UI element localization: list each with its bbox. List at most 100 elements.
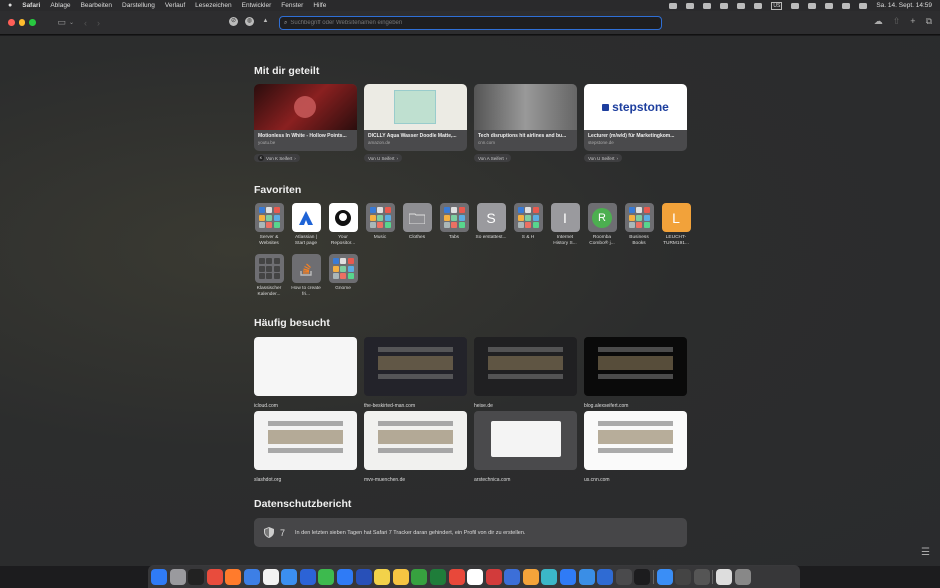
dock-app-icon[interactable] xyxy=(374,568,391,585)
customize-start-page-icon[interactable]: ☰ xyxy=(921,547,930,558)
dock-app-icon[interactable] xyxy=(560,568,577,585)
dock-app-icon[interactable] xyxy=(597,568,614,585)
menu-lesezeichen[interactable]: Lesezeichen xyxy=(195,2,232,9)
dock-app-icon[interactable] xyxy=(429,568,446,585)
dock-app-icon[interactable] xyxy=(206,568,223,585)
dock-app-icon[interactable] xyxy=(448,568,465,585)
dock-app-icon[interactable] xyxy=(243,568,260,585)
tab-overview-icon[interactable]: ⧉ xyxy=(926,16,932,27)
sidebar-toggle-icon[interactable]: ▭ xyxy=(58,17,67,28)
shared-from-pill[interactable]: Von U Seifert › xyxy=(584,154,623,162)
favorite-item[interactable]: L LEUCHT-TURM191... xyxy=(660,203,692,247)
status-icon[interactable] xyxy=(686,2,695,9)
favorite-item[interactable]: Gnome xyxy=(327,254,359,292)
spotlight-icon[interactable] xyxy=(842,2,851,9)
frequent-site[interactable]: blog.alexseifert.com xyxy=(584,337,687,409)
dock-app-icon[interactable] xyxy=(188,568,205,585)
favorite-item[interactable]: S So erstattest... xyxy=(475,203,507,241)
status-icon[interactable] xyxy=(825,2,834,9)
new-tab-button[interactable]: + xyxy=(910,16,915,27)
dock-app-icon[interactable] xyxy=(169,568,186,585)
extension-icon[interactable]: ⊘ xyxy=(229,17,238,26)
bluetooth-icon[interactable] xyxy=(754,2,763,9)
input-source-indicator[interactable]: US xyxy=(771,1,783,10)
menu-fenster[interactable]: Fenster xyxy=(281,2,303,9)
dock-app-icon[interactable] xyxy=(318,568,335,585)
menu-bearbeiten[interactable]: Bearbeiten xyxy=(81,2,112,9)
dock-app-icon[interactable] xyxy=(578,568,595,585)
menu-hilfe[interactable]: Hilfe xyxy=(313,2,326,9)
menu-darstellung[interactable]: Darstellung xyxy=(122,2,155,9)
shared-card[interactable]: stepstone Lecturer (m/w/d) für Marketing… xyxy=(584,84,687,151)
frequent-site[interactable]: heise.de xyxy=(474,337,577,409)
frequent-site[interactable]: slashdot.org xyxy=(254,411,357,483)
dock-app-icon[interactable] xyxy=(151,568,167,585)
dock-app-icon[interactable] xyxy=(615,568,632,585)
address-bar[interactable]: ⌕ xyxy=(279,16,662,30)
menu-verlauf[interactable]: Verlauf xyxy=(165,2,185,9)
dock-app-icon[interactable] xyxy=(262,568,279,585)
dock-app-icon[interactable] xyxy=(336,568,353,585)
search-input[interactable] xyxy=(290,20,651,26)
frequent-site[interactable]: us.cnn.com xyxy=(584,411,687,483)
dock-app-icon[interactable] xyxy=(355,568,372,585)
wifi-icon[interactable] xyxy=(808,2,817,9)
favorite-item[interactable]: S & H xyxy=(512,203,544,241)
minimize-window-button[interactable] xyxy=(18,19,25,26)
favorite-item[interactable]: Klassischer Kalender... xyxy=(253,254,285,298)
extension-icon[interactable]: ▲ xyxy=(261,17,270,26)
favorite-item[interactable]: Your Repositor... xyxy=(327,203,359,247)
menu-clock[interactable]: Sa. 14. Sept. 14:59 xyxy=(876,2,932,9)
favorite-item[interactable]: Server & Websites xyxy=(253,203,285,247)
status-icon[interactable] xyxy=(703,2,712,9)
apple-menu-icon[interactable]: ● xyxy=(8,2,12,9)
favorite-item[interactable]: R Roomba Combo® j... xyxy=(586,203,618,247)
dock-app-icon[interactable] xyxy=(716,568,732,585)
icloud-icon[interactable]: ☁ xyxy=(874,16,883,27)
frequent-site[interactable]: mvv-muenchen.de xyxy=(364,411,467,483)
zoom-window-button[interactable] xyxy=(29,19,36,26)
dock-app-icon[interactable] xyxy=(299,568,316,585)
dock-app-icon[interactable] xyxy=(656,568,673,585)
dock-app-icon[interactable] xyxy=(541,568,558,585)
shared-card[interactable]: Tech disruptions hit airlines and bu... … xyxy=(474,84,577,151)
menu-ablage[interactable]: Ablage xyxy=(50,2,70,9)
favorite-item[interactable]: I Internet History S... xyxy=(549,203,581,247)
privacy-report[interactable]: 7 In den letzten sieben Tagen hat Safari… xyxy=(254,518,687,547)
favorite-item[interactable]: How to create fri... xyxy=(290,254,322,298)
frequent-site[interactable]: arstechnica.com xyxy=(474,411,577,483)
dock-app-icon[interactable] xyxy=(411,568,428,585)
shared-card[interactable]: DICLLY Aqua Wasser Doodle Matte,... amaz… xyxy=(364,84,467,151)
dock-app-icon[interactable] xyxy=(522,568,539,585)
clock-icon[interactable] xyxy=(720,2,729,9)
dock-app-icon[interactable] xyxy=(504,568,521,585)
battery-icon[interactable] xyxy=(791,2,800,9)
dock-app-icon[interactable] xyxy=(392,568,409,585)
extension-icon[interactable]: ◍ xyxy=(245,17,254,26)
dock-app-icon[interactable] xyxy=(225,568,242,585)
favorite-item[interactable]: Business Books xyxy=(623,203,655,247)
shared-card[interactable]: Motionless In White - Hollow Points... y… xyxy=(254,84,357,151)
back-button[interactable]: ‹ xyxy=(84,18,87,28)
dock-app-icon[interactable] xyxy=(467,568,484,585)
dock-app-icon[interactable] xyxy=(634,568,651,585)
status-icon[interactable] xyxy=(669,2,678,9)
dock-app-icon[interactable] xyxy=(675,568,692,585)
dock-app-icon[interactable] xyxy=(281,568,298,585)
forward-button[interactable]: › xyxy=(97,18,100,28)
frequent-site[interactable]: icloud.com xyxy=(254,337,357,409)
dock-app-icon[interactable] xyxy=(693,568,710,585)
dock-app-icon[interactable] xyxy=(734,568,751,585)
close-window-button[interactable] xyxy=(8,19,15,26)
dock-app-icon[interactable] xyxy=(485,568,502,585)
favorite-item[interactable]: Music xyxy=(364,203,396,241)
control-center-icon[interactable] xyxy=(859,2,868,9)
status-icon[interactable] xyxy=(737,2,746,9)
favorite-item[interactable]: Clothes xyxy=(401,203,433,241)
menu-safari[interactable]: Safari xyxy=(22,2,40,9)
chevron-down-icon[interactable]: ⌄ xyxy=(69,19,74,26)
favorite-item[interactable]: Atlassian | Start page xyxy=(290,203,322,247)
frequent-site[interactable]: the-beskirted-man.com xyxy=(364,337,467,409)
menu-entwickler[interactable]: Entwickler xyxy=(242,2,272,9)
share-icon[interactable]: ⇧ xyxy=(893,16,901,27)
